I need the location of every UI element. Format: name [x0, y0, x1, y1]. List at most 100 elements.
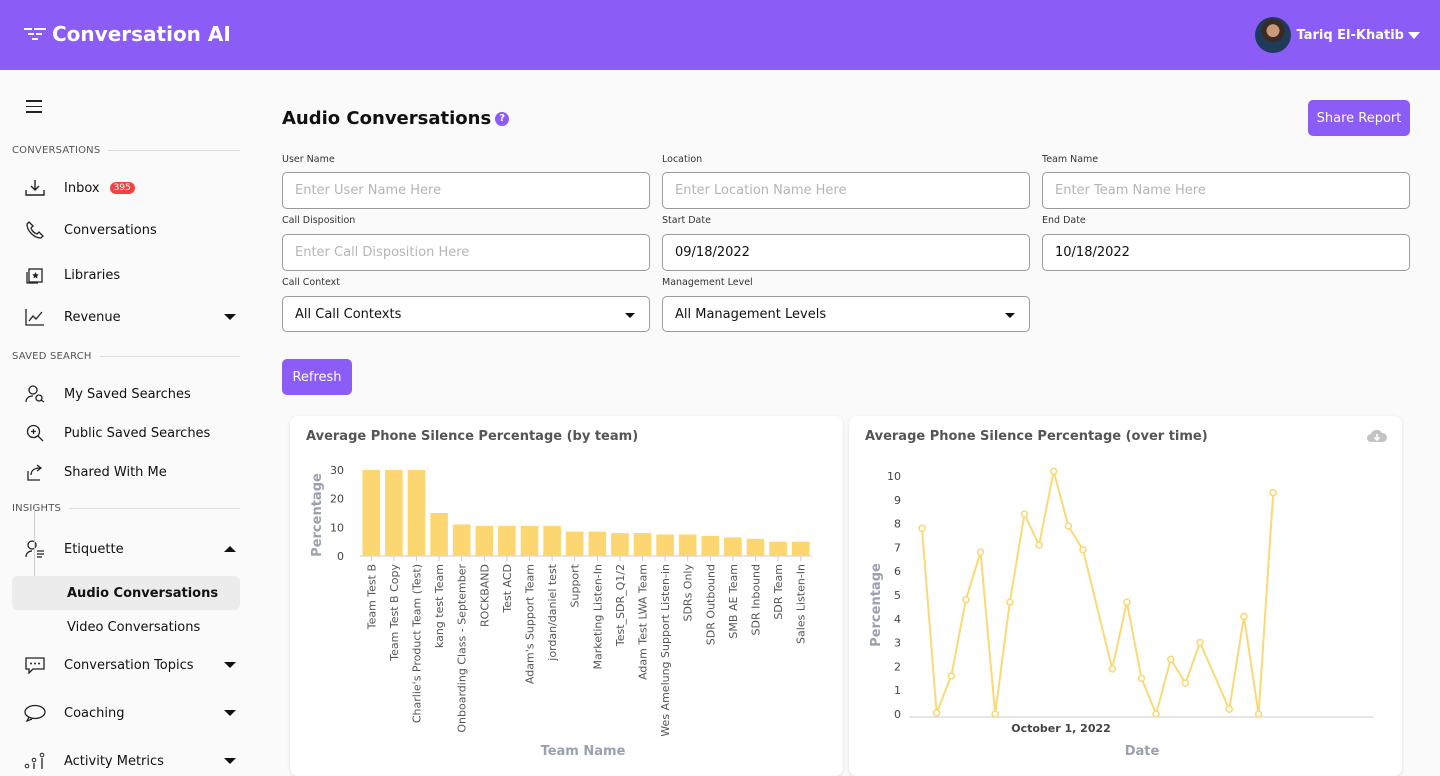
- end-date-field[interactable]: [1042, 234, 1410, 271]
- series-line: [921, 470, 1275, 718]
- line-chart: 0 1 2 3 4 5 6 7 8 9 10 October 1, 2022 Percentage Dat…: [869, 467, 1373, 759]
- management-level-select[interactable]: All Management Levels: [662, 296, 1030, 332]
- help-icon[interactable]: ?: [495, 111, 510, 126]
- chevron-down-icon: [224, 758, 236, 764]
- data-point: [1254, 710, 1263, 718]
- sidebar-item-shared-with-me[interactable]: Shared With Me: [24, 461, 236, 483]
- sidebar-item-inbox[interactable]: Inbox 395: [24, 177, 236, 199]
- phone-icon: [24, 219, 46, 241]
- y-tick-label: 6: [894, 565, 901, 578]
- y-axis-title: Percentage: [310, 473, 325, 557]
- bar: [701, 535, 720, 556]
- sidebar-subitem-audio-conversations[interactable]: Audio Conversations: [12, 576, 240, 610]
- bar: [543, 525, 561, 556]
- sidebar-item-label: Inbox: [64, 180, 100, 196]
- chart-line-icon: [24, 306, 46, 328]
- chevron-down-icon: [625, 313, 635, 318]
- y-tick-label: 4: [894, 613, 901, 626]
- sidebar-item-my-saved-searches[interactable]: My Saved Searches: [24, 383, 236, 405]
- start-date-input[interactable]: [675, 245, 1029, 260]
- sidebar-item-coaching[interactable]: Coaching: [24, 702, 236, 724]
- team-name-field[interactable]: [1042, 172, 1410, 209]
- data-point: [1123, 598, 1131, 606]
- user-name-input[interactable]: [295, 183, 649, 198]
- sidebar-item-label: Conversations: [64, 222, 157, 238]
- bar: [724, 537, 742, 556]
- section-insights: INSIGHTS: [12, 503, 240, 514]
- data-point: [1225, 705, 1234, 714]
- data-point: [1181, 679, 1190, 687]
- x-tick-label: SDRs Only: [682, 564, 695, 622]
- data-point: [918, 524, 926, 533]
- call-disposition-field[interactable]: [282, 234, 650, 271]
- call-context-select[interactable]: All Call Contexts: [282, 296, 650, 332]
- bar-chart-card: Average Phone Silence Percentage (by tea…: [290, 416, 843, 776]
- menu-icon[interactable]: [26, 100, 42, 114]
- sidebar-item-label: Shared With Me: [64, 464, 167, 480]
- sidebar-item-etiquette[interactable]: Etiquette: [24, 538, 236, 560]
- sidebar-item-label: Coaching: [64, 705, 125, 721]
- bar: [633, 533, 652, 556]
- location-input[interactable]: [675, 183, 1029, 198]
- user-name-field[interactable]: [282, 172, 650, 209]
- sidebar-item-revenue[interactable]: Revenue: [24, 306, 236, 328]
- y-tick-label: 2: [894, 660, 901, 673]
- sidebar-item-public-saved-searches[interactable]: Public Saved Searches: [24, 422, 236, 444]
- sidebar-item-label: Libraries: [64, 267, 121, 283]
- sidebar-item-conversations[interactable]: Conversations: [24, 219, 236, 241]
- sidebar-item-label: Conversation Topics: [64, 657, 194, 673]
- bar: [769, 541, 787, 556]
- page-title: Audio Conversations ?: [282, 108, 510, 129]
- chevron-down-icon: [224, 662, 236, 668]
- y-tick-label: 1: [894, 684, 901, 697]
- location-field[interactable]: [662, 172, 1030, 209]
- inbox-count-badge: 395: [109, 182, 135, 194]
- app-title: Conversation AI: [52, 22, 231, 46]
- data-point: [1020, 510, 1029, 518]
- x-tick-label: Test_SDR_Q1/2: [614, 564, 627, 647]
- x-tick-label: Adam Test LWA Team: [637, 564, 650, 680]
- data-point: [991, 710, 999, 718]
- bar: [588, 531, 607, 556]
- y-tick-label: 9: [894, 494, 901, 507]
- bar: [452, 524, 471, 556]
- call-disposition-label: Call Disposition: [282, 215, 356, 226]
- top-bar: Conversation AI Tariq El-Khatib: [0, 0, 1440, 70]
- call-disposition-input[interactable]: [295, 245, 649, 260]
- x-tick-label: Team Test B Copy: [388, 564, 401, 662]
- sidebar-item-conversation-topics[interactable]: Conversation Topics: [24, 654, 236, 676]
- x-tick-label: Test ACD: [501, 564, 514, 614]
- start-date-field[interactable]: [662, 234, 1030, 271]
- bar: [746, 538, 765, 556]
- share-report-button[interactable]: Share Report: [1308, 100, 1410, 136]
- x-axis-title: Team Name: [541, 744, 626, 759]
- x-tick-label: Marketing Listen-In: [591, 564, 604, 670]
- data-point: [1006, 598, 1014, 606]
- x-tick-label: SDR Outbound: [704, 564, 717, 645]
- end-date-label: End Date: [1042, 215, 1086, 226]
- bar-chart: 0 10 20 30 Team Test B Team Test B Copy Charli…: [310, 464, 812, 759]
- sidebar-item-libraries[interactable]: Libraries: [24, 264, 236, 286]
- data-point: [1079, 545, 1087, 554]
- sidebar-subitem-video-conversations[interactable]: Video Conversations: [12, 610, 240, 644]
- x-tick-label: Team Test B: [365, 564, 378, 630]
- bar: [565, 531, 584, 556]
- user-name: Tariq El-Khatib: [1296, 27, 1404, 43]
- page-title-text: Audio Conversations: [282, 108, 492, 129]
- avatar: [1254, 17, 1291, 53]
- data-point: [1196, 638, 1204, 647]
- x-tick-label: SDR Team: [772, 564, 785, 620]
- management-level-label: Management Level: [662, 277, 753, 288]
- team-name-input[interactable]: [1055, 183, 1409, 198]
- y-tick-label: 0: [894, 708, 901, 721]
- end-date-input[interactable]: [1055, 245, 1409, 260]
- user-menu[interactable]: Tariq El-Khatib: [1254, 17, 1420, 53]
- data-point: [962, 595, 970, 604]
- bar: [656, 534, 674, 556]
- refresh-button[interactable]: Refresh: [282, 359, 352, 395]
- data-point: [1137, 674, 1146, 683]
- app-logo[interactable]: Conversation AI: [24, 22, 231, 46]
- chevron-up-icon: [224, 546, 236, 552]
- sidebar-item-label: Etiquette: [64, 541, 124, 557]
- y-tick-label: 30: [330, 464, 344, 477]
